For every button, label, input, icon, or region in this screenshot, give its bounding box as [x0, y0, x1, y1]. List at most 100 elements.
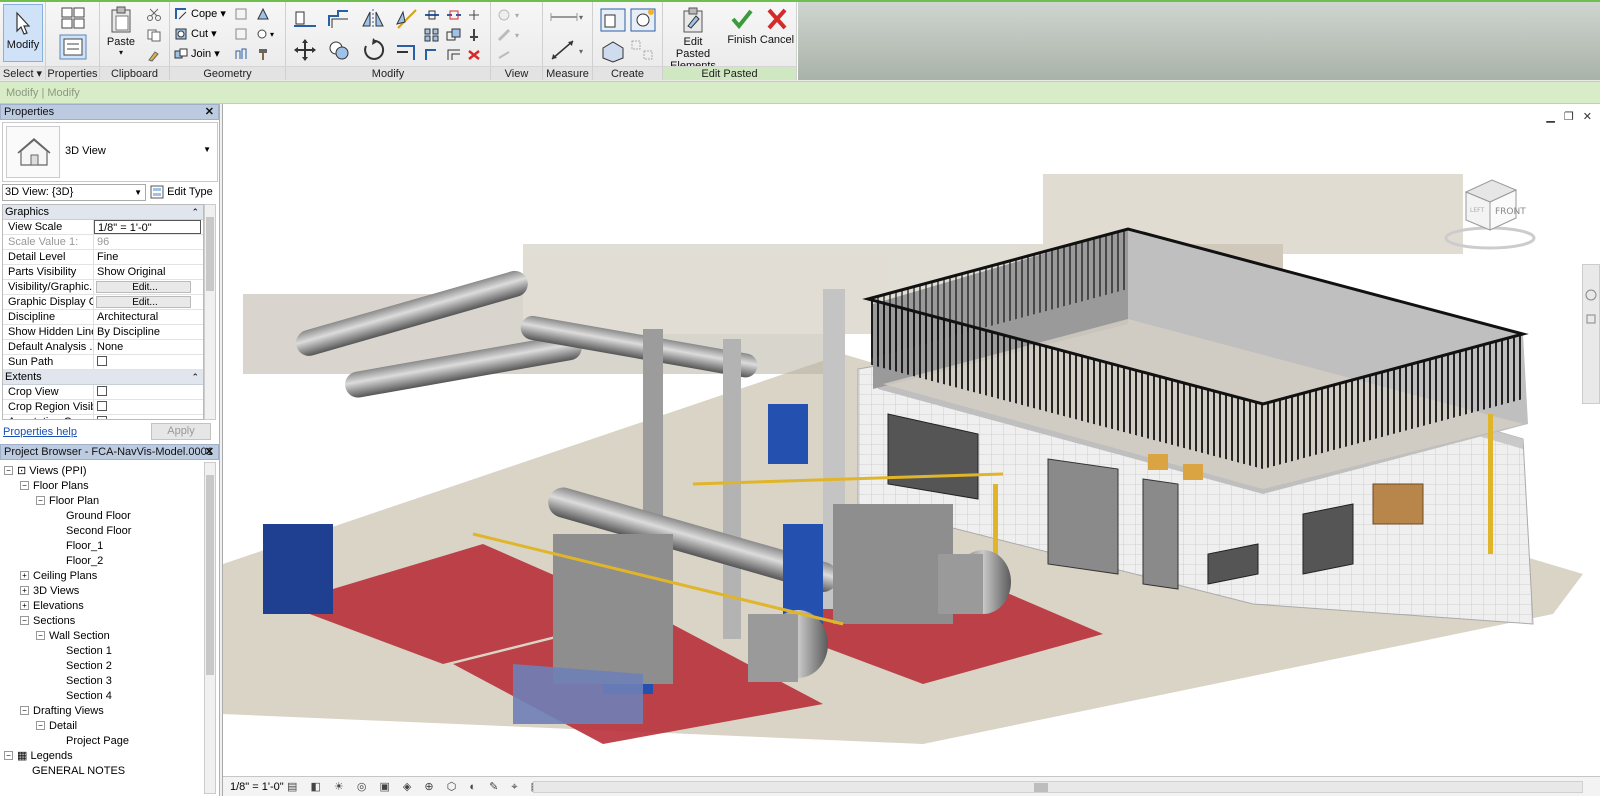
- collapse-node-icon[interactable]: −: [20, 615, 29, 625]
- restore-view-icon[interactable]: ❐: [1564, 111, 1574, 123]
- rotate-icon[interactable]: [360, 38, 386, 62]
- crop-view-checkbox[interactable]: [97, 386, 107, 397]
- navigation-bar[interactable]: [1582, 264, 1600, 404]
- expand-node-icon[interactable]: +: [20, 585, 29, 595]
- scroll-thumb[interactable]: [1034, 783, 1048, 792]
- paint-icon[interactable]: [234, 27, 248, 41]
- aligned-dimension-icon[interactable]: ▾: [549, 38, 587, 62]
- tree-node[interactable]: Section 1: [54, 644, 112, 659]
- beam-column-joins-icon[interactable]: [234, 47, 248, 61]
- property-row[interactable]: Annotation Crop: [3, 415, 203, 419]
- graphic-display-edit-button[interactable]: Edit...: [96, 296, 191, 308]
- scale-icon[interactable]: [446, 28, 462, 42]
- property-row[interactable]: Visibility/Graphic... Edit...: [3, 280, 203, 295]
- properties-toggle-icon[interactable]: [59, 34, 87, 60]
- trim-multiple-icon[interactable]: [446, 48, 462, 62]
- property-row[interactable]: Crop View: [3, 385, 203, 400]
- annotation-crop-checkbox[interactable]: [97, 416, 107, 419]
- tree-node[interactable]: − Detail: [36, 719, 77, 734]
- move-icon[interactable]: [292, 38, 318, 62]
- tree-node[interactable]: + Elevations: [20, 599, 84, 614]
- split-gap-icon[interactable]: [446, 8, 462, 22]
- view-scale-input[interactable]: 1/8" = 1'-0": [94, 220, 201, 234]
- expand-node-icon[interactable]: +: [20, 570, 29, 580]
- paste-button[interactable]: Paste ▾: [104, 6, 138, 62]
- scroll-thumb[interactable]: [206, 217, 214, 291]
- view-scale-button[interactable]: 1/8" = 1'-0": [230, 781, 284, 793]
- trim-single-icon[interactable]: [424, 48, 440, 62]
- collapse-node-icon[interactable]: −: [36, 630, 45, 640]
- horizontal-scrollbar[interactable]: [533, 781, 1583, 793]
- minimize-view-icon[interactable]: ▁: [1546, 111, 1554, 123]
- property-row[interactable]: Parts Visibility Show Original: [3, 265, 203, 280]
- unpin-icon[interactable]: [466, 8, 482, 22]
- property-row[interactable]: Sun Path: [3, 355, 203, 370]
- tree-node[interactable]: Section 3: [54, 674, 112, 689]
- finish-button[interactable]: Finish: [725, 6, 759, 62]
- tree-node[interactable]: Section 4: [54, 689, 112, 704]
- property-row[interactable]: View Scale 1/8" = 1'-0": [3, 220, 203, 235]
- property-row[interactable]: Detail Level Fine: [3, 250, 203, 265]
- split-element-icon[interactable]: [424, 8, 440, 22]
- category-extents[interactable]: Extents ⌃: [3, 370, 203, 385]
- apply-button[interactable]: Apply: [151, 423, 211, 440]
- offset-icon[interactable]: [326, 8, 352, 30]
- property-row[interactable]: Discipline Architectural: [3, 310, 203, 325]
- demolish-icon[interactable]: ▾: [256, 27, 280, 41]
- tree-node[interactable]: Floor_1: [54, 539, 103, 554]
- scroll-thumb[interactable]: [206, 475, 214, 675]
- tree-node[interactable]: − ⊡ Views (PPI): [4, 464, 87, 479]
- linework-icon[interactable]: [497, 48, 535, 62]
- type-properties-icon[interactable]: [60, 6, 86, 30]
- modify-button[interactable]: Modify: [3, 4, 43, 62]
- view-cube[interactable]: FRONT LEFT: [1440, 174, 1540, 254]
- close-view-icon[interactable]: ✕: [1583, 111, 1592, 123]
- property-row[interactable]: Default Analysis ... None: [3, 340, 203, 355]
- collapse-node-icon[interactable]: −: [20, 705, 29, 715]
- select-group-label[interactable]: Select ▾: [0, 66, 45, 80]
- array-icon[interactable]: [424, 28, 440, 42]
- tree-node[interactable]: − Floor Plans: [20, 479, 89, 494]
- tree-node[interactable]: GENERAL NOTES: [20, 764, 125, 779]
- tree-node[interactable]: Project Page: [54, 734, 129, 749]
- tree-node[interactable]: − Wall Section: [36, 629, 110, 644]
- align-icon[interactable]: [292, 8, 318, 30]
- instance-view-selector[interactable]: 3D View: {3D} ▼: [2, 184, 146, 201]
- browser-scrollbar[interactable]: [204, 462, 216, 794]
- category-graphics[interactable]: Graphics ⌃: [3, 205, 203, 220]
- tree-node[interactable]: − Drafting Views: [20, 704, 104, 719]
- tree-node[interactable]: Section 2: [54, 659, 112, 674]
- tree-node[interactable]: + Ceiling Plans: [20, 569, 97, 584]
- tree-node[interactable]: − Sections: [20, 614, 75, 629]
- collapse-node-icon[interactable]: −: [4, 465, 13, 475]
- mirror-draw-axis-icon[interactable]: [394, 8, 420, 30]
- delete-icon[interactable]: [466, 48, 482, 62]
- pin-icon[interactable]: [466, 28, 482, 42]
- crop-region-visible-checkbox[interactable]: [97, 401, 107, 412]
- mirror-pick-axis-icon[interactable]: [360, 8, 386, 30]
- wall-joins-icon[interactable]: [234, 7, 248, 21]
- create-assembly-icon[interactable]: [599, 7, 627, 33]
- tree-node[interactable]: Floor_2: [54, 554, 103, 569]
- copy-icon[interactable]: [146, 28, 162, 42]
- hammer-icon[interactable]: [256, 47, 270, 61]
- drawing-area-3d-view[interactable]: ▁ ❐ ✕ FRONT LEFT 1/8" = 1'-0" ▤ ◧ ☀ ◎ ▣ …: [222, 104, 1600, 796]
- sun-path-checkbox[interactable]: [97, 356, 107, 367]
- steering-wheel-icon[interactable]: [1583, 265, 1599, 405]
- collapse-node-icon[interactable]: −: [36, 720, 45, 730]
- properties-scrollbar[interactable]: [204, 204, 216, 420]
- create-similar-icon[interactable]: [629, 38, 657, 64]
- property-row[interactable]: Crop Region Visible: [3, 400, 203, 415]
- collapse-node-icon[interactable]: −: [20, 480, 29, 490]
- tree-node[interactable]: Second Floor: [54, 524, 131, 539]
- tree-node[interactable]: − ▦ Legends: [4, 749, 73, 764]
- trim-extend-icon[interactable]: [394, 38, 420, 62]
- paste-dropdown-icon[interactable]: ▾: [104, 48, 138, 57]
- match-type-brush-icon[interactable]: [146, 48, 162, 62]
- type-dropdown-icon[interactable]: ▼: [203, 145, 211, 154]
- collapse-icon[interactable]: ⌃: [191, 205, 199, 219]
- edit-type-button[interactable]: Edit Type: [150, 184, 213, 200]
- close-properties-icon[interactable]: ✕: [205, 105, 214, 119]
- close-browser-icon[interactable]: ✕: [205, 445, 214, 459]
- collapse-node-icon[interactable]: −: [36, 495, 45, 505]
